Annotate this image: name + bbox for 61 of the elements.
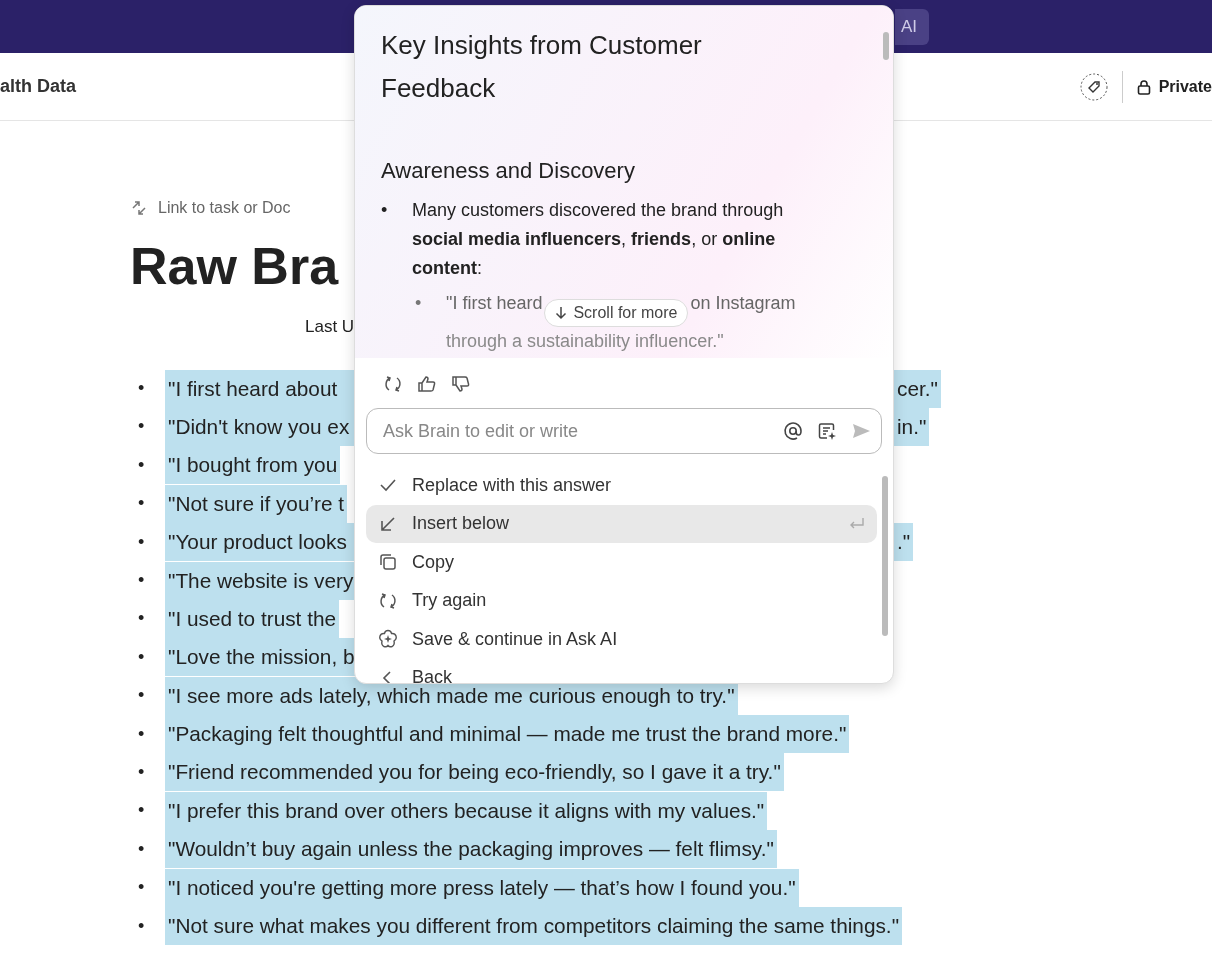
bullet-marker: •	[137, 646, 146, 668]
bullet-marker: •	[137, 915, 146, 937]
section-heading: Awareness and Discovery	[381, 158, 635, 184]
bullet-marker: •	[137, 570, 146, 592]
ask-input-field[interactable]: Ask Brain to edit or write	[381, 419, 769, 443]
bullet-marker: •	[137, 531, 146, 553]
thumbs-down-icon[interactable]	[451, 374, 471, 394]
thumbs-up-icon[interactable]	[417, 374, 437, 394]
answer-title: Key Insights from Customer Feedback	[381, 29, 703, 105]
retry-icon[interactable]	[383, 374, 403, 394]
link-to-task-button[interactable]: Link to task or Doc	[130, 199, 291, 217]
bullet-marker: •	[137, 608, 146, 630]
sparkle-flower-icon	[378, 629, 398, 650]
document-title: Raw Bra	[130, 236, 339, 297]
link-arrows-icon	[130, 199, 148, 217]
bullet-marker: •	[415, 292, 423, 315]
highlighted-quote: "Friend recommended you for being eco-friendly, so I gave it a try."	[165, 753, 784, 792]
menu-item[interactable]: Replace with this answer	[366, 466, 877, 505]
down-arrow-icon	[555, 306, 568, 320]
bullet-marker: •	[137, 800, 146, 822]
highlighted-quote: "Packaging felt thoughtful and minimal — made me trust the brand more."	[165, 715, 850, 754]
highlighted-quote: "I bought from you	[165, 446, 341, 485]
bullet-marker: •	[137, 762, 146, 783]
last-updated-text: Last U	[305, 317, 355, 338]
menu-item[interactable]: Save & continue in Ask AI	[366, 620, 877, 659]
answer-paragraph: Many customers discovered the brand through social media influencers, friends, or online content:	[412, 199, 785, 280]
highlighted-quote: "I prefer this brand over others because it aligns with my values."	[165, 791, 768, 830]
quote-text: "I first heard	[446, 292, 543, 315]
bullet-marker: •	[381, 199, 389, 222]
scrollbar-thumb[interactable]	[882, 476, 888, 636]
quote-text: through a sustainability influencer."	[446, 330, 725, 353]
highlighted-quote: "I used to trust the	[165, 599, 340, 638]
quote-text: on Instagram	[690, 292, 796, 315]
menu-item[interactable]: Try again	[366, 581, 877, 620]
highlighted-quote: "Not sure if you’re t	[165, 484, 348, 523]
bullet-marker: •	[137, 378, 146, 400]
lock-icon	[1136, 78, 1151, 95]
enter-key-icon	[849, 516, 865, 531]
bullet-marker: •	[137, 723, 146, 745]
bullet-marker: •	[137, 838, 146, 860]
highlighted-quote: "I noticed you're getting more press lately — that’s how I found you."	[165, 868, 799, 907]
highlighted-quote: "The website is very	[165, 561, 357, 600]
bullet-marker: •	[137, 454, 146, 476]
privacy-button[interactable]: Private	[1158, 77, 1212, 96]
bullet-marker: •	[137, 877, 146, 899]
bullet-marker: •	[137, 493, 146, 515]
retry-icon	[378, 590, 398, 611]
scroll-for-more-button[interactable]: Scroll for more	[544, 299, 689, 327]
copy-icon	[378, 552, 398, 573]
note-sparkle-icon[interactable]	[817, 421, 837, 441]
highlighted-quote: "Wouldn’t buy again unless the packaging improves — felt flimsy."	[165, 830, 777, 869]
tag-icon[interactable]	[1079, 72, 1108, 101]
bullet-marker: •	[137, 416, 146, 438]
highlighted-quote: "Not sure what makes you different from competitors claiming the same things."	[165, 907, 903, 946]
ask-input-box[interactable]: Ask Brain to edit or write	[366, 408, 882, 454]
bullet-marker: •	[137, 685, 146, 707]
ai-button[interactable]: AI	[894, 8, 929, 45]
menu-item[interactable]: Insert below	[366, 504, 877, 543]
mention-icon[interactable]	[783, 421, 803, 441]
scrollbar-thumb[interactable]	[883, 32, 889, 60]
breadcrumb[interactable]: alth Data	[0, 76, 77, 97]
